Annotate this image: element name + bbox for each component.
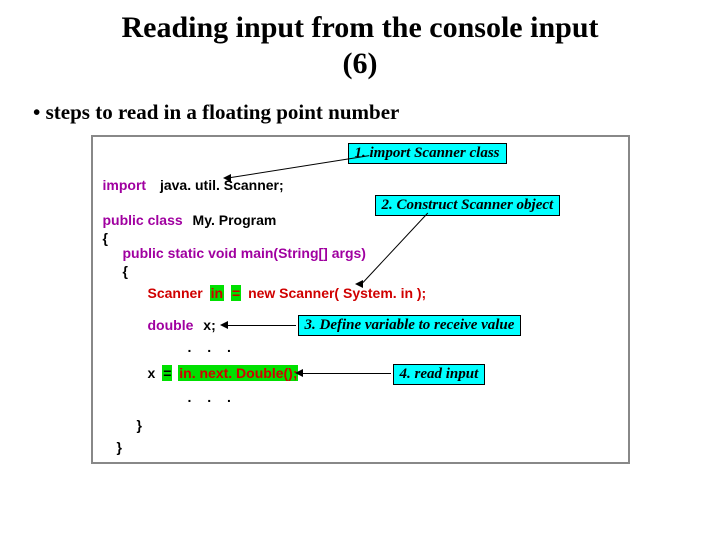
code-close-brace: } (117, 439, 122, 455)
code-double-line: double x; (148, 317, 216, 333)
eq-2: = (162, 365, 172, 381)
var-in: in (210, 285, 224, 301)
code-main: public static void main(String[] args) (123, 245, 366, 261)
code-open-brace-2: { (123, 263, 128, 279)
code-class-decl: public class My. Program (103, 212, 277, 228)
slide-title: Reading input from the console input (6) (25, 10, 695, 82)
arrow-4 (303, 373, 391, 374)
callout-construct: 2. Construct Scanner object (375, 195, 561, 216)
code-diagram: 1. import Scanner class import java. uti… (91, 135, 630, 464)
arrow-2 (362, 213, 428, 283)
kw-import: import (103, 177, 147, 193)
kw-public-class: public class (103, 212, 183, 228)
dots-1: . . . (188, 339, 237, 355)
arrow-4-head (295, 369, 303, 377)
code-scanner-line: Scanner in = new Scanner( System. in ); (148, 285, 427, 301)
code-import: import java. util. Scanner; (103, 177, 284, 193)
arrow-3 (228, 325, 296, 326)
bullet-step: steps to read in a floating point number (33, 100, 695, 125)
class-name: My. Program (193, 212, 277, 228)
kw-scanner: Scanner (148, 285, 203, 301)
title-line-2: (6) (343, 47, 378, 80)
title-line-1: Reading input from the console input (121, 11, 598, 44)
code-close-brace-2: } (137, 417, 142, 433)
eq-1: = (231, 285, 241, 301)
read-call: in. next. Double(); (178, 365, 298, 381)
arrow-3-head (220, 321, 228, 329)
code-read-line: x = in. next. Double(); (148, 365, 299, 381)
kw-double: double (148, 317, 194, 333)
arrow-1 (230, 155, 368, 178)
callout-define-var: 3. Define variable to receive value (298, 315, 522, 336)
var-x-decl: x; (203, 317, 215, 333)
callout-import: 1. import Scanner class (348, 143, 507, 164)
callout-read-input: 4. read input (393, 364, 486, 385)
dots-2: . . . (188, 389, 237, 405)
var-x: x (148, 365, 156, 381)
import-path: java. util. Scanner; (160, 177, 284, 193)
code-open-brace: { (103, 230, 108, 246)
scanner-new: new Scanner( System. in ); (248, 285, 426, 301)
